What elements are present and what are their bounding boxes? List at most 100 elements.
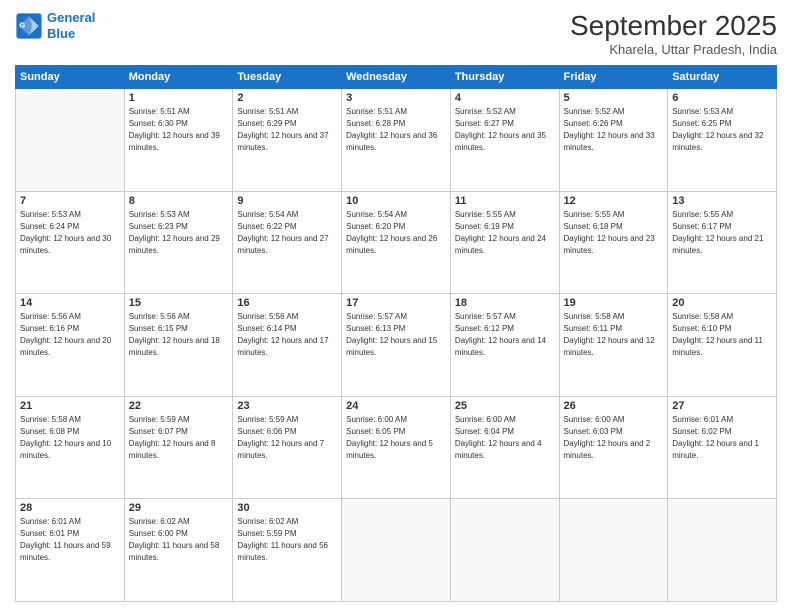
calendar-cell: 16 Sunrise: 5:56 AM Sunset: 6:14 PM Dayl… <box>233 294 342 397</box>
svg-text:G: G <box>19 20 25 29</box>
day-info: Sunrise: 5:56 AM Sunset: 6:15 PM Dayligh… <box>129 311 229 359</box>
logo-line1: General <box>47 10 95 25</box>
day-info: Sunrise: 5:55 AM Sunset: 6:18 PM Dayligh… <box>564 209 664 257</box>
day-info: Sunrise: 6:00 AM Sunset: 6:04 PM Dayligh… <box>455 414 555 462</box>
day-number: 8 <box>129 195 229 207</box>
day-number: 23 <box>237 400 337 412</box>
day-number: 18 <box>455 297 555 309</box>
day-info: Sunrise: 6:02 AM Sunset: 5:59 PM Dayligh… <box>237 516 337 564</box>
subtitle: Kharela, Uttar Pradesh, India <box>570 42 777 57</box>
calendar-cell: 17 Sunrise: 5:57 AM Sunset: 6:13 PM Dayl… <box>342 294 451 397</box>
page: G General Blue September 2025 Kharela, U… <box>0 0 792 612</box>
day-number: 14 <box>20 297 120 309</box>
day-number: 24 <box>346 400 446 412</box>
calendar-cell <box>559 499 668 602</box>
day-number: 3 <box>346 92 446 104</box>
calendar-cell <box>450 499 559 602</box>
calendar-cell: 23 Sunrise: 5:59 AM Sunset: 6:06 PM Dayl… <box>233 396 342 499</box>
calendar-cell: 4 Sunrise: 5:52 AM Sunset: 6:27 PM Dayli… <box>450 89 559 192</box>
day-number: 26 <box>564 400 664 412</box>
calendar-cell: 12 Sunrise: 5:55 AM Sunset: 6:18 PM Dayl… <box>559 191 668 294</box>
day-number: 7 <box>20 195 120 207</box>
day-info: Sunrise: 6:00 AM Sunset: 6:05 PM Dayligh… <box>346 414 446 462</box>
day-info: Sunrise: 5:59 AM Sunset: 6:06 PM Dayligh… <box>237 414 337 462</box>
day-info: Sunrise: 5:59 AM Sunset: 6:07 PM Dayligh… <box>129 414 229 462</box>
week-row-1: 1 Sunrise: 5:51 AM Sunset: 6:30 PM Dayli… <box>16 89 777 192</box>
day-number: 28 <box>20 502 120 514</box>
header: G General Blue September 2025 Kharela, U… <box>15 10 777 57</box>
day-number: 19 <box>564 297 664 309</box>
calendar-cell: 24 Sunrise: 6:00 AM Sunset: 6:05 PM Dayl… <box>342 396 451 499</box>
logo-line2: Blue <box>47 26 75 41</box>
day-info: Sunrise: 6:00 AM Sunset: 6:03 PM Dayligh… <box>564 414 664 462</box>
day-number: 15 <box>129 297 229 309</box>
day-number: 20 <box>672 297 772 309</box>
day-number: 29 <box>129 502 229 514</box>
day-info: Sunrise: 6:02 AM Sunset: 6:00 PM Dayligh… <box>129 516 229 564</box>
day-number: 25 <box>455 400 555 412</box>
day-number: 27 <box>672 400 772 412</box>
calendar-cell: 10 Sunrise: 5:54 AM Sunset: 6:20 PM Dayl… <box>342 191 451 294</box>
calendar-cell <box>342 499 451 602</box>
week-row-5: 28 Sunrise: 6:01 AM Sunset: 6:01 PM Dayl… <box>16 499 777 602</box>
day-header-sunday: Sunday <box>16 66 125 89</box>
day-number: 16 <box>237 297 337 309</box>
title-area: September 2025 Kharela, Uttar Pradesh, I… <box>570 10 777 57</box>
day-info: Sunrise: 5:55 AM Sunset: 6:17 PM Dayligh… <box>672 209 772 257</box>
day-header-saturday: Saturday <box>668 66 777 89</box>
day-info: Sunrise: 6:01 AM Sunset: 6:01 PM Dayligh… <box>20 516 120 564</box>
logo-text: General Blue <box>47 10 95 41</box>
calendar-cell: 14 Sunrise: 5:56 AM Sunset: 6:16 PM Dayl… <box>16 294 125 397</box>
calendar-cell: 7 Sunrise: 5:53 AM Sunset: 6:24 PM Dayli… <box>16 191 125 294</box>
calendar-cell: 22 Sunrise: 5:59 AM Sunset: 6:07 PM Dayl… <box>124 396 233 499</box>
day-number: 17 <box>346 297 446 309</box>
calendar-cell: 26 Sunrise: 6:00 AM Sunset: 6:03 PM Dayl… <box>559 396 668 499</box>
calendar-cell: 21 Sunrise: 5:58 AM Sunset: 6:08 PM Dayl… <box>16 396 125 499</box>
calendar-header-row: SundayMondayTuesdayWednesdayThursdayFrid… <box>16 66 777 89</box>
day-number: 1 <box>129 92 229 104</box>
week-row-2: 7 Sunrise: 5:53 AM Sunset: 6:24 PM Dayli… <box>16 191 777 294</box>
day-number: 6 <box>672 92 772 104</box>
day-number: 11 <box>455 195 555 207</box>
day-info: Sunrise: 5:54 AM Sunset: 6:22 PM Dayligh… <box>237 209 337 257</box>
day-info: Sunrise: 5:57 AM Sunset: 6:13 PM Dayligh… <box>346 311 446 359</box>
calendar-cell: 11 Sunrise: 5:55 AM Sunset: 6:19 PM Dayl… <box>450 191 559 294</box>
day-number: 4 <box>455 92 555 104</box>
day-info: Sunrise: 5:52 AM Sunset: 6:27 PM Dayligh… <box>455 106 555 154</box>
day-number: 22 <box>129 400 229 412</box>
day-info: Sunrise: 5:53 AM Sunset: 6:25 PM Dayligh… <box>672 106 772 154</box>
day-header-thursday: Thursday <box>450 66 559 89</box>
day-number: 12 <box>564 195 664 207</box>
calendar-cell: 8 Sunrise: 5:53 AM Sunset: 6:23 PM Dayli… <box>124 191 233 294</box>
day-header-friday: Friday <box>559 66 668 89</box>
logo-icon: G <box>15 12 43 40</box>
calendar-cell: 20 Sunrise: 5:58 AM Sunset: 6:10 PM Dayl… <box>668 294 777 397</box>
day-number: 9 <box>237 195 337 207</box>
calendar-cell <box>668 499 777 602</box>
day-number: 30 <box>237 502 337 514</box>
day-info: Sunrise: 5:54 AM Sunset: 6:20 PM Dayligh… <box>346 209 446 257</box>
month-title: September 2025 <box>570 10 777 42</box>
week-row-3: 14 Sunrise: 5:56 AM Sunset: 6:16 PM Dayl… <box>16 294 777 397</box>
calendar-cell: 3 Sunrise: 5:51 AM Sunset: 6:28 PM Dayli… <box>342 89 451 192</box>
logo: G General Blue <box>15 10 95 41</box>
calendar-cell: 1 Sunrise: 5:51 AM Sunset: 6:30 PM Dayli… <box>124 89 233 192</box>
calendar-cell: 29 Sunrise: 6:02 AM Sunset: 6:00 PM Dayl… <box>124 499 233 602</box>
day-info: Sunrise: 5:53 AM Sunset: 6:24 PM Dayligh… <box>20 209 120 257</box>
day-info: Sunrise: 5:53 AM Sunset: 6:23 PM Dayligh… <box>129 209 229 257</box>
day-number: 10 <box>346 195 446 207</box>
day-info: Sunrise: 5:58 AM Sunset: 6:08 PM Dayligh… <box>20 414 120 462</box>
day-info: Sunrise: 5:57 AM Sunset: 6:12 PM Dayligh… <box>455 311 555 359</box>
day-number: 21 <box>20 400 120 412</box>
calendar-cell: 2 Sunrise: 5:51 AM Sunset: 6:29 PM Dayli… <box>233 89 342 192</box>
calendar-cell: 15 Sunrise: 5:56 AM Sunset: 6:15 PM Dayl… <box>124 294 233 397</box>
day-info: Sunrise: 5:55 AM Sunset: 6:19 PM Dayligh… <box>455 209 555 257</box>
calendar-cell: 13 Sunrise: 5:55 AM Sunset: 6:17 PM Dayl… <box>668 191 777 294</box>
calendar-cell: 6 Sunrise: 5:53 AM Sunset: 6:25 PM Dayli… <box>668 89 777 192</box>
day-number: 2 <box>237 92 337 104</box>
week-row-4: 21 Sunrise: 5:58 AM Sunset: 6:08 PM Dayl… <box>16 396 777 499</box>
calendar-cell <box>16 89 125 192</box>
calendar-table: SundayMondayTuesdayWednesdayThursdayFrid… <box>15 65 777 602</box>
day-info: Sunrise: 5:52 AM Sunset: 6:26 PM Dayligh… <box>564 106 664 154</box>
day-info: Sunrise: 5:51 AM Sunset: 6:29 PM Dayligh… <box>237 106 337 154</box>
